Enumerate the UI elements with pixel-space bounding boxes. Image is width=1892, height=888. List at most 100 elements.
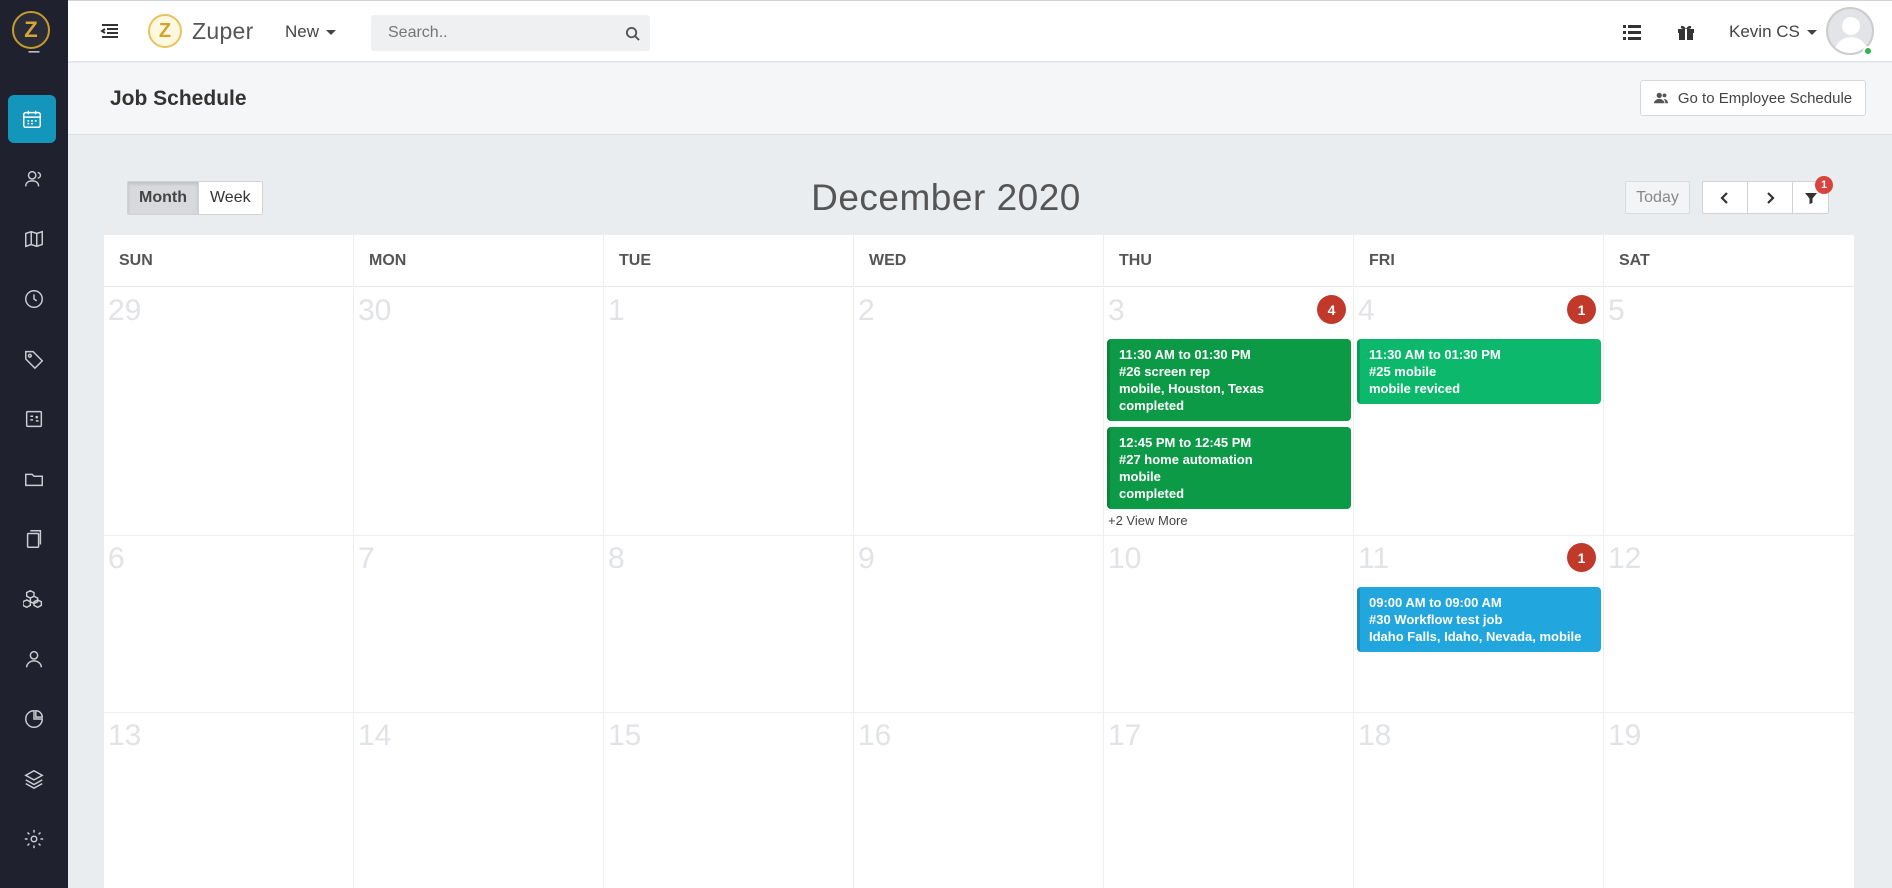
brand[interactable]: Z Zuper xyxy=(148,14,254,48)
day-cell[interactable]: 15 xyxy=(604,713,854,888)
day-cell[interactable]: 18 xyxy=(1354,713,1604,888)
today-button[interactable]: Today xyxy=(1625,181,1690,214)
job-count-badge[interactable]: 1 xyxy=(1567,543,1596,572)
day-cell[interactable]: 19 xyxy=(1604,713,1854,888)
whats-new-button[interactable] xyxy=(1675,21,1697,43)
search-input[interactable] xyxy=(371,15,614,51)
caret-down-icon xyxy=(326,29,337,35)
day-cell[interactable]: 9 xyxy=(854,536,1104,712)
task-list-button[interactable] xyxy=(1621,21,1643,43)
prev-month-button[interactable] xyxy=(1703,182,1748,213)
weekday-sun: SUN xyxy=(104,235,354,286)
sidebar-item-invoices[interactable] xyxy=(0,395,68,443)
day-number: 29 xyxy=(108,294,142,327)
week-row: 13 14 15 16 17 18 19 xyxy=(104,713,1854,888)
day-cell[interactable]: 12 xyxy=(1604,536,1854,712)
calendar-nav xyxy=(1702,181,1829,214)
search-icon xyxy=(625,26,640,41)
day-cell[interactable]: 14 xyxy=(354,713,604,888)
day-cell[interactable]: 5 xyxy=(1604,288,1854,535)
day-cell[interactable]: 6 xyxy=(104,536,354,712)
job-event[interactable]: 12:45 PM to 12:45 PM #27 home automation… xyxy=(1107,427,1351,509)
page-title: Job Schedule xyxy=(110,87,247,110)
user-menu[interactable]: Kevin CS xyxy=(1729,22,1817,42)
sidebar-item-files[interactable] xyxy=(0,455,68,503)
day-cell[interactable]: 29 xyxy=(104,288,354,535)
weekday-tue: TUE xyxy=(604,235,854,286)
view-more-link[interactable]: +2 View More xyxy=(1108,513,1188,528)
day-cell[interactable]: 4 1 11:30 AM to 01:30 PM #25 mobile mobi… xyxy=(1354,288,1604,535)
event-detail: mobile reviced xyxy=(1369,381,1461,396)
event-detail: mobile xyxy=(1119,469,1161,484)
menu-collapse-icon xyxy=(100,24,118,38)
week-row: 29 30 1 2 3 4 11:30 AM to 01:30 PM #26 s… xyxy=(104,288,1854,536)
job-count-badge[interactable]: 4 xyxy=(1317,295,1346,324)
partial-icon xyxy=(28,51,40,53)
brand-logo: Z xyxy=(148,14,182,48)
documents-icon xyxy=(26,530,42,548)
search-button[interactable] xyxy=(614,26,650,41)
job-event[interactable]: 11:30 AM to 01:30 PM #26 screen rep mobi… xyxy=(1107,339,1351,421)
search-box xyxy=(371,15,650,51)
day-number: 8 xyxy=(608,542,625,575)
event-time: 11:30 AM to 01:30 PM xyxy=(1119,347,1251,362)
reports-icon xyxy=(25,710,43,728)
sidebar-item-layers[interactable] xyxy=(0,755,68,803)
list-icon xyxy=(1623,25,1641,40)
job-event[interactable]: 09:00 AM to 09:00 AM #30 Workflow test j… xyxy=(1357,587,1601,652)
day-cell[interactable]: 10 xyxy=(1104,536,1354,712)
tag-icon xyxy=(25,350,44,370)
event-title: #26 screen rep xyxy=(1119,364,1211,379)
day-cell[interactable]: 2 xyxy=(854,288,1104,535)
job-count-badge[interactable]: 1 xyxy=(1567,295,1596,324)
menu-toggle-button[interactable] xyxy=(100,21,120,41)
sidebar: Z xyxy=(0,0,68,888)
event-detail: Idaho Falls, Idaho, Nevada, mobile xyxy=(1369,629,1582,644)
sidebar-item-tags[interactable] xyxy=(0,335,68,383)
day-number: 10 xyxy=(1108,542,1142,575)
day-number: 2 xyxy=(858,294,875,327)
next-month-button[interactable] xyxy=(1748,182,1793,213)
chevron-right-icon xyxy=(1767,191,1775,204)
day-cell[interactable]: 13 xyxy=(104,713,354,888)
new-dropdown-button[interactable]: New xyxy=(285,22,337,42)
sidebar-item-timesheet[interactable] xyxy=(0,275,68,323)
job-event[interactable]: 11:30 AM to 01:30 PM #25 mobile mobile r… xyxy=(1357,339,1601,404)
sidebar-item-users[interactable] xyxy=(0,635,68,683)
filter-count-badge: 1 xyxy=(1815,176,1833,194)
day-number: 7 xyxy=(358,542,375,575)
user-name: Kevin CS xyxy=(1729,22,1800,41)
day-cell[interactable]: 11 1 09:00 AM to 09:00 AM #30 Workflow t… xyxy=(1354,536,1604,712)
sidebar-item-documents[interactable] xyxy=(0,515,68,563)
event-time: 12:45 PM to 12:45 PM xyxy=(1119,435,1252,450)
weekday-fri: FRI xyxy=(1354,235,1604,286)
sidebar-item-reports[interactable] xyxy=(0,695,68,743)
day-cell[interactable]: 3 4 11:30 AM to 01:30 PM #26 screen rep … xyxy=(1104,288,1354,535)
employee-schedule-button[interactable]: Go to Employee Schedule xyxy=(1640,80,1866,116)
day-number: 15 xyxy=(608,719,642,752)
chevron-left-icon xyxy=(1720,191,1728,204)
new-label: New xyxy=(285,22,320,41)
sidebar-item-settings[interactable] xyxy=(0,815,68,863)
weekday-sat: SAT xyxy=(1619,251,1650,269)
day-cell[interactable]: 7 xyxy=(354,536,604,712)
day-cell[interactable]: 8 xyxy=(604,536,854,712)
users-icon xyxy=(1653,92,1668,104)
day-cell[interactable]: 17 xyxy=(1104,713,1354,888)
sidebar-item-schedule[interactable] xyxy=(8,95,56,143)
weekday-thu: THU xyxy=(1104,235,1354,286)
day-number: 3 xyxy=(1108,294,1125,327)
invoice-icon xyxy=(25,410,43,428)
employee-schedule-label: Go to Employee Schedule xyxy=(1677,89,1853,107)
day-cell[interactable]: 16 xyxy=(854,713,1104,888)
day-number: 13 xyxy=(108,719,142,752)
boxes-icon xyxy=(23,589,43,609)
sidebar-item-partial[interactable] xyxy=(0,36,68,64)
weekday-mon: MON xyxy=(354,235,604,286)
day-number: 4 xyxy=(1358,294,1375,327)
day-cell[interactable]: 30 xyxy=(354,288,604,535)
day-cell[interactable]: 1 xyxy=(604,288,854,535)
sidebar-item-map[interactable] xyxy=(0,215,68,263)
user-icon xyxy=(25,650,43,668)
sidebar-item-inventory[interactable] xyxy=(0,575,68,623)
